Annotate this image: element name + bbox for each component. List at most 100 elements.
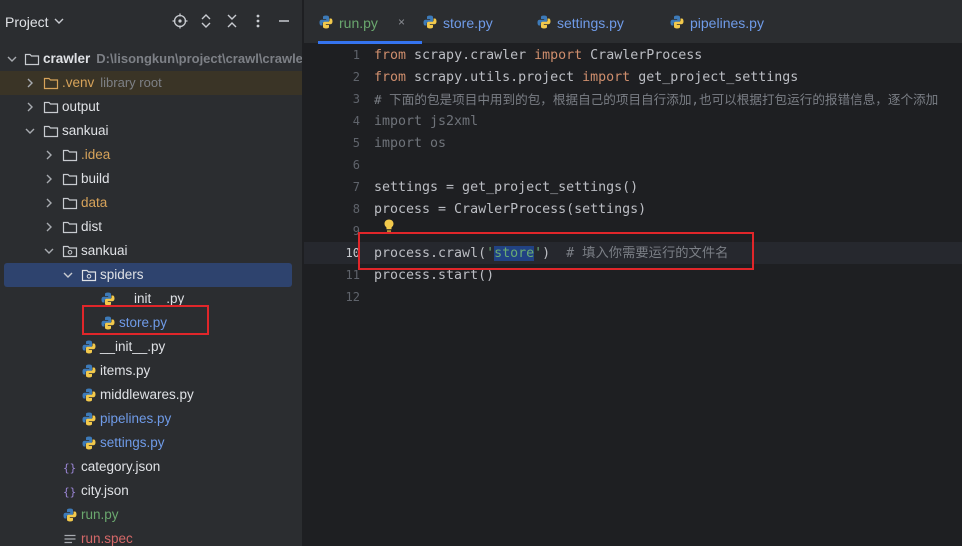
tree-item-label: run.spec	[81, 531, 133, 546]
close-icon[interactable]: ×	[398, 15, 405, 29]
active-tab-indicator	[318, 41, 422, 44]
json-file-icon: {}	[63, 462, 76, 475]
json-file-icon: {}	[63, 486, 76, 499]
tree-item-label: data	[81, 195, 108, 210]
tree-item-spiders[interactable]: spiders	[4, 263, 292, 287]
tab-pipelines-py[interactable]: pipelines.py	[669, 0, 789, 44]
chevron-right-icon[interactable]	[43, 173, 55, 185]
line-number: 1	[352, 48, 360, 62]
tree-item-label: sankuai	[62, 123, 109, 138]
line-number: 12	[345, 290, 360, 304]
tab-settings-py[interactable]: settings.py	[536, 0, 646, 44]
line-number-gutter: 1 2 3 4 5 6 7 8 9 10 11 12	[304, 45, 360, 546]
tree-item-settings-py[interactable]: settings.py	[0, 431, 302, 455]
python-file-icon	[423, 15, 437, 29]
line-number: 2	[352, 70, 360, 84]
tree-item-sankuai-package[interactable]: sankuai	[0, 239, 302, 263]
code-line-7[interactable]: settings = get_project_settings()	[374, 177, 638, 199]
chevron-right-icon[interactable]	[24, 101, 36, 113]
collapse-all-icon[interactable]	[224, 13, 240, 29]
folder-icon	[62, 221, 78, 234]
tree-item-label: dist	[81, 219, 103, 234]
tree-item-venv[interactable]: .venv library root	[0, 71, 302, 95]
tree-item-label: __init__.py	[100, 339, 166, 354]
text-file-icon	[64, 534, 76, 544]
tab-label: run.py	[339, 15, 378, 31]
folder-icon	[62, 197, 78, 210]
python-file-icon	[82, 340, 96, 354]
project-panel-header: Project	[0, 0, 302, 44]
python-file-icon	[82, 436, 96, 450]
more-options-icon[interactable]	[250, 13, 266, 29]
tab-run-py[interactable]: run.py ×	[318, 0, 422, 44]
package-folder-icon	[81, 269, 97, 282]
chevron-down-icon[interactable]	[62, 269, 74, 281]
tree-item-label: middlewares.py	[100, 387, 194, 402]
python-file-icon	[82, 388, 96, 402]
tree-item-label: .venv library root	[62, 75, 162, 90]
code-editor[interactable]: 1 2 3 4 5 6 7 8 9 10 11 12 from scrapy.c…	[304, 45, 962, 546]
code-line-1[interactable]: from scrapy.crawler import CrawlerProces…	[374, 45, 702, 67]
tree-item-data[interactable]: data	[0, 191, 302, 215]
tree-item-sankuai-init-py[interactable]: __init__.py	[0, 335, 302, 359]
tree-item-label: pipelines.py	[100, 411, 172, 426]
hide-panel-icon[interactable]	[276, 13, 292, 29]
tree-item-label: city.json	[81, 483, 129, 498]
code-line-5[interactable]: import os	[374, 133, 446, 155]
project-panel-title[interactable]: Project	[5, 14, 49, 30]
tree-item-dist[interactable]: dist	[0, 215, 302, 239]
tree-item-label: run.py	[81, 507, 119, 522]
line-number: 10	[345, 246, 360, 260]
code-line-2[interactable]: from scrapy.utils.project import get_pro…	[374, 67, 798, 89]
tree-item-city-json[interactable]: {} city.json	[0, 479, 302, 503]
tree-item-pipelines-py[interactable]: pipelines.py	[0, 407, 302, 431]
folder-icon	[24, 53, 40, 66]
tree-item-label: output	[62, 99, 100, 114]
chevron-right-icon[interactable]	[43, 197, 55, 209]
folder-icon	[62, 149, 78, 162]
folder-icon	[43, 77, 59, 90]
code-line-3[interactable]: # 下面的包是项目中用到的包，根据自己的项目自行添加,也可以根据打包运行的报错信…	[374, 89, 938, 111]
tab-store-py[interactable]: store.py	[422, 0, 522, 44]
python-file-icon	[537, 15, 551, 29]
code-line-8[interactable]: process = CrawlerProcess(settings)	[374, 199, 646, 221]
tree-item-label: build	[81, 171, 110, 186]
chevron-right-icon[interactable]	[43, 221, 55, 233]
python-file-icon	[670, 15, 684, 29]
tree-item-crawler[interactable]: crawler D:\lisongkun\project\crawl\crawle…	[0, 47, 302, 71]
svg-text:{}: {}	[63, 486, 76, 499]
line-number: 9	[352, 224, 360, 238]
line-number: 4	[352, 114, 360, 128]
line-number: 7	[352, 180, 360, 194]
python-file-icon	[63, 508, 77, 522]
tab-label: pipelines.py	[690, 15, 764, 31]
tree-item-label: .idea	[81, 147, 111, 162]
tree-item-idea[interactable]: .idea	[0, 143, 302, 167]
line-number: 8	[352, 202, 360, 216]
tab-label: store.py	[443, 15, 493, 31]
tree-item-build[interactable]: build	[0, 167, 302, 191]
tree-item-category-json[interactable]: {} category.json	[0, 455, 302, 479]
expand-all-icon[interactable]	[198, 13, 214, 29]
folder-icon	[62, 173, 78, 186]
tree-item-middlewares-py[interactable]: middlewares.py	[0, 383, 302, 407]
chevron-right-icon[interactable]	[43, 149, 55, 161]
package-folder-icon	[62, 245, 78, 258]
tree-item-label: settings.py	[100, 435, 165, 450]
chevron-down-icon[interactable]	[52, 14, 66, 28]
tree-item-items-py[interactable]: items.py	[0, 359, 302, 383]
tree-item-label: spiders	[100, 267, 144, 282]
chevron-down-icon[interactable]	[24, 125, 36, 137]
tree-item-run-py[interactable]: run.py	[0, 503, 302, 527]
tree-item-run-spec[interactable]: run.spec	[0, 527, 302, 546]
locate-file-icon[interactable]	[172, 13, 188, 29]
tree-item-output[interactable]: output	[0, 95, 302, 119]
tree-item-sankuai[interactable]: sankuai	[0, 119, 302, 143]
line-number: 5	[352, 136, 360, 150]
folder-icon	[43, 125, 59, 138]
code-line-4[interactable]: import js2xml	[374, 111, 478, 133]
line-number: 3	[352, 92, 360, 106]
chevron-down-icon[interactable]	[6, 53, 18, 65]
chevron-right-icon[interactable]	[24, 77, 36, 89]
chevron-down-icon[interactable]	[43, 245, 55, 257]
